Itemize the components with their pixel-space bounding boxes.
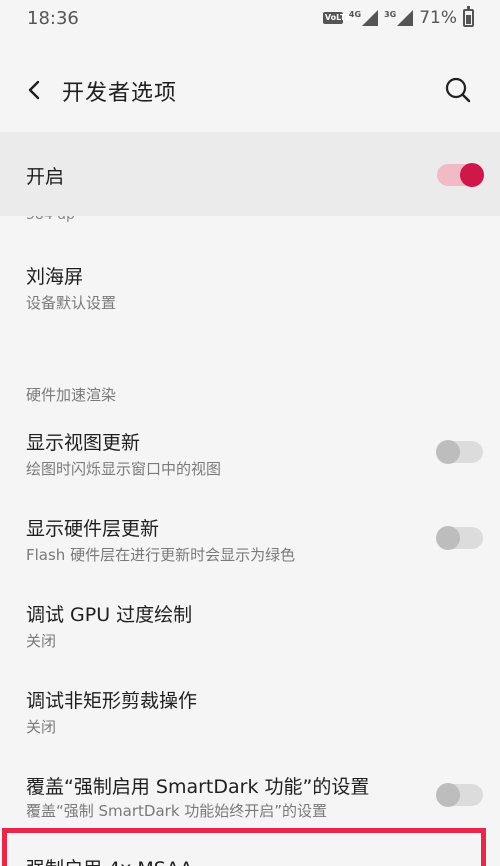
item-subtitle: 绘图时闪烁显示窗口中的视图 [26, 460, 222, 478]
back-arrow-icon[interactable] [22, 76, 48, 104]
item-subtitle: 覆盖“强制 SmartDark 功能始终开启”的设置 [26, 802, 328, 820]
master-switch-toggle[interactable] [437, 163, 484, 187]
master-switch-label: 开启 [26, 166, 65, 188]
list-item-show-hw-layer-updates[interactable]: 显示硬件层更新 Flash 硬件层在进行更新时会显示为绿色 [0, 504, 500, 582]
item-title: 覆盖“强制启用 SmartDark 功能”的设置 [26, 776, 370, 798]
page-title: 开发者选项 [62, 81, 178, 106]
show-hw-layer-updates-toggle[interactable] [436, 526, 483, 550]
item-title: 显示视图更新 [26, 432, 141, 454]
item-title: 调试非矩形剪裁操作 [26, 690, 198, 712]
screen: 18:36 VoLTE1 4G 3G 71% 开发者选项 开启 刘海屏 设备默认… [0, 0, 500, 866]
signal-4g-icon: 4G [349, 10, 379, 26]
signal-3g-icon: 3G [384, 10, 414, 26]
item-subtitle: 关闭 [26, 718, 57, 736]
status-icons: VoLTE1 4G 3G 71% [322, 6, 474, 28]
item-subtitle: Flash 硬件层在进行更新时会显示为绿色 [26, 546, 296, 564]
list-item-debug-non-rect-clip[interactable]: 调试非矩形剪裁操作 关闭 [0, 676, 500, 754]
item-title: 调试 GPU 过度绘制 [26, 604, 193, 626]
status-time: 18:36 [27, 8, 79, 29]
toolbar: 开发者选项 [0, 58, 500, 122]
item-title: 刘海屏 [26, 266, 84, 288]
item-subtitle: 设备默认设置 [26, 294, 117, 312]
list-item-notch[interactable]: 刘海屏 设备默认设置 [0, 250, 500, 330]
item-title: 显示硬件层更新 [26, 518, 160, 540]
list-item-debug-gpu-overdraw[interactable]: 调试 GPU 过度绘制 关闭 [0, 590, 500, 668]
show-view-updates-toggle[interactable] [436, 440, 483, 464]
list-item-show-view-updates[interactable]: 显示视图更新 绘图时闪烁显示窗口中的视图 [0, 418, 500, 496]
battery-percent: 71% [419, 8, 457, 28]
override-smartdark-toggle[interactable] [436, 783, 483, 807]
section-header: 硬件加速渲染 [26, 386, 117, 404]
status-bar: 18:36 VoLTE1 4G 3G 71% [0, 0, 500, 40]
item-subtitle: 关闭 [26, 632, 57, 650]
search-icon[interactable] [444, 76, 472, 104]
list-item-override-smartdark[interactable]: 覆盖“强制启用 SmartDark 功能”的设置 覆盖“强制 SmartDark… [0, 762, 500, 826]
list-item-force-4x-msaa[interactable]: 强制启用 4x MSAA [26, 854, 193, 866]
master-switch-row[interactable]: 开启 [0, 132, 500, 216]
volte-icon: VoLTE1 [322, 12, 357, 24]
battery-icon [463, 6, 474, 27]
